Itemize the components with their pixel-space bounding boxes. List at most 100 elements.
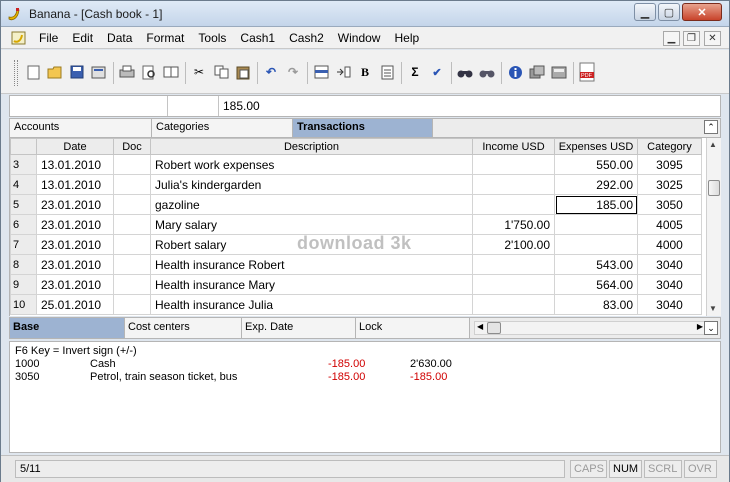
cell-date[interactable]: 23.01.2010 bbox=[36, 254, 114, 275]
menu-window[interactable]: Window bbox=[338, 31, 381, 45]
cell-expenses[interactable]: 83.00 bbox=[554, 294, 638, 315]
row-number[interactable]: 6 bbox=[10, 214, 37, 235]
title-bar[interactable]: Banana - [Cash book - 1] ▁ ▢ ✕ bbox=[1, 1, 729, 27]
cell-date[interactable]: 23.01.2010 bbox=[36, 194, 114, 215]
formula-value[interactable]: 185.00 bbox=[223, 99, 260, 113]
scrollbar-thumb[interactable] bbox=[487, 322, 501, 334]
minimize-button[interactable]: ▁ bbox=[634, 3, 656, 21]
table-row[interactable]: 8 23.01.2010 Health insurance Robert 543.00… bbox=[10, 254, 702, 275]
mdi-restore-button[interactable]: ❐ bbox=[683, 31, 700, 46]
print-icon[interactable] bbox=[119, 64, 135, 80]
cell-income[interactable] bbox=[472, 274, 555, 295]
collapse-pane-button[interactable]: ⌃ bbox=[704, 120, 718, 134]
table-row[interactable]: 4 13.01.2010 Julia's kindergarden 292.00 302… bbox=[10, 174, 702, 195]
cell-income[interactable] bbox=[472, 254, 555, 275]
check-icon[interactable]: ✔ bbox=[429, 64, 445, 80]
undo-icon[interactable]: ↶ bbox=[263, 64, 279, 80]
pdf-icon[interactable]: PDF bbox=[579, 61, 595, 83]
cell-income[interactable]: 2'100.00 bbox=[472, 234, 555, 255]
cell-income[interactable] bbox=[472, 294, 555, 315]
save-icon[interactable] bbox=[69, 64, 85, 80]
header-description[interactable]: Description bbox=[150, 138, 473, 155]
cell-description[interactable]: gazoline bbox=[150, 194, 473, 215]
cell-date[interactable]: 13.01.2010 bbox=[36, 174, 114, 195]
row-number[interactable]: 7 bbox=[10, 234, 37, 255]
sum-icon[interactable]: Σ bbox=[407, 64, 423, 80]
windows-icon[interactable] bbox=[529, 64, 545, 80]
table-row[interactable]: 6 23.01.2010 Mary salary 1'750.00 4005 bbox=[10, 214, 702, 235]
book-icon[interactable] bbox=[163, 64, 179, 80]
cell-category[interactable]: 3040 bbox=[637, 254, 702, 275]
replace-icon[interactable] bbox=[479, 64, 495, 80]
bold-icon[interactable]: B bbox=[357, 64, 373, 80]
cell-category[interactable]: 3040 bbox=[637, 294, 702, 315]
cell-income[interactable] bbox=[472, 194, 555, 215]
properties-icon[interactable] bbox=[91, 64, 107, 80]
table-row[interactable]: 10 25.01.2010 Health insurance Julia 83.00 3… bbox=[10, 294, 702, 315]
cell-doc[interactable] bbox=[113, 214, 151, 235]
tile-icon[interactable] bbox=[551, 64, 567, 80]
mdi-close-button[interactable]: ✕ bbox=[704, 31, 721, 46]
cut-icon[interactable]: ✂ bbox=[191, 64, 207, 80]
cell-expenses[interactable] bbox=[554, 234, 638, 255]
tab-cost-centers[interactable]: Cost centers bbox=[125, 318, 242, 338]
cell-category[interactable]: 3040 bbox=[637, 274, 702, 295]
indent-icon[interactable] bbox=[335, 64, 351, 80]
cell-income[interactable] bbox=[472, 154, 555, 175]
cell-description[interactable]: Robert work expenses bbox=[150, 154, 473, 175]
menu-tools[interactable]: Tools bbox=[198, 31, 226, 45]
cell-category[interactable]: 4000 bbox=[637, 234, 702, 255]
tab-transactions[interactable]: Transactions bbox=[293, 119, 433, 137]
row-number[interactable]: 10 bbox=[10, 294, 37, 315]
cell-description[interactable]: Health insurance Robert bbox=[150, 254, 473, 275]
cell-date[interactable]: 23.01.2010 bbox=[36, 234, 114, 255]
header-expenses[interactable]: Expenses USD bbox=[554, 138, 638, 155]
info-icon[interactable] bbox=[507, 64, 523, 80]
cell-doc[interactable] bbox=[113, 274, 151, 295]
cell-category[interactable]: 4005 bbox=[637, 214, 702, 235]
cell-expenses[interactable] bbox=[554, 214, 638, 235]
tab-accounts[interactable]: Accounts bbox=[10, 119, 152, 137]
scroll-left-icon[interactable]: ◀ bbox=[477, 322, 483, 331]
cell-doc[interactable] bbox=[113, 234, 151, 255]
maximize-button[interactable]: ▢ bbox=[658, 3, 680, 21]
cell-expenses[interactable]: 292.00 bbox=[554, 174, 638, 195]
menu-file[interactable]: File bbox=[39, 31, 58, 45]
table-row[interactable]: 9 23.01.2010 Health insurance Mary 564.00 30… bbox=[10, 274, 702, 295]
row-number[interactable]: 5 bbox=[10, 194, 37, 215]
mdi-minimize-button[interactable]: ▁ bbox=[663, 31, 680, 46]
header-income[interactable]: Income USD bbox=[472, 138, 555, 155]
copy-icon[interactable] bbox=[213, 64, 229, 80]
cell-doc[interactable] bbox=[113, 174, 151, 195]
tab-lock[interactable]: Lock bbox=[356, 318, 470, 338]
horizontal-scrollbar[interactable]: ◀ ▶ bbox=[474, 321, 706, 335]
vertical-scrollbar[interactable]: ▲ ▼ bbox=[706, 138, 721, 316]
table-row[interactable]: 5 23.01.2010 gazoline 185.00 3050 bbox=[10, 194, 702, 215]
close-button[interactable]: ✕ bbox=[682, 3, 722, 21]
cell-date[interactable]: 23.01.2010 bbox=[36, 274, 114, 295]
format-icon[interactable] bbox=[379, 64, 395, 80]
cell-description[interactable]: Julia's kindergarden bbox=[150, 174, 473, 195]
cell-doc[interactable] bbox=[113, 194, 151, 215]
menu-format[interactable]: Format bbox=[146, 31, 184, 45]
cell-date[interactable]: 25.01.2010 bbox=[36, 294, 114, 315]
cell-expenses[interactable]: 550.00 bbox=[554, 154, 638, 175]
cell-expenses[interactable]: 185.00 bbox=[554, 194, 638, 215]
cell-category[interactable]: 3050 bbox=[637, 194, 702, 215]
redo-icon[interactable]: ↷ bbox=[285, 64, 301, 80]
open-icon[interactable] bbox=[47, 64, 63, 80]
tab-exp-date[interactable]: Exp. Date bbox=[242, 318, 356, 338]
cell-doc[interactable] bbox=[113, 294, 151, 315]
cell-category[interactable]: 3095 bbox=[637, 154, 702, 175]
cell-date[interactable]: 23.01.2010 bbox=[36, 214, 114, 235]
table-row[interactable]: 3 13.01.2010 Robert work expenses 550.00 309… bbox=[10, 154, 702, 175]
menu-cash2[interactable]: Cash2 bbox=[289, 31, 324, 45]
print-preview-icon[interactable] bbox=[141, 64, 157, 80]
tab-categories[interactable]: Categories bbox=[152, 119, 293, 137]
menu-cash1[interactable]: Cash1 bbox=[240, 31, 275, 45]
scroll-right-icon[interactable]: ▶ bbox=[697, 322, 703, 331]
row-number[interactable]: 3 bbox=[10, 154, 37, 175]
document-icon[interactable] bbox=[10, 30, 28, 46]
scroll-up-icon[interactable]: ▲ bbox=[709, 140, 717, 149]
paste-icon[interactable] bbox=[235, 64, 251, 80]
